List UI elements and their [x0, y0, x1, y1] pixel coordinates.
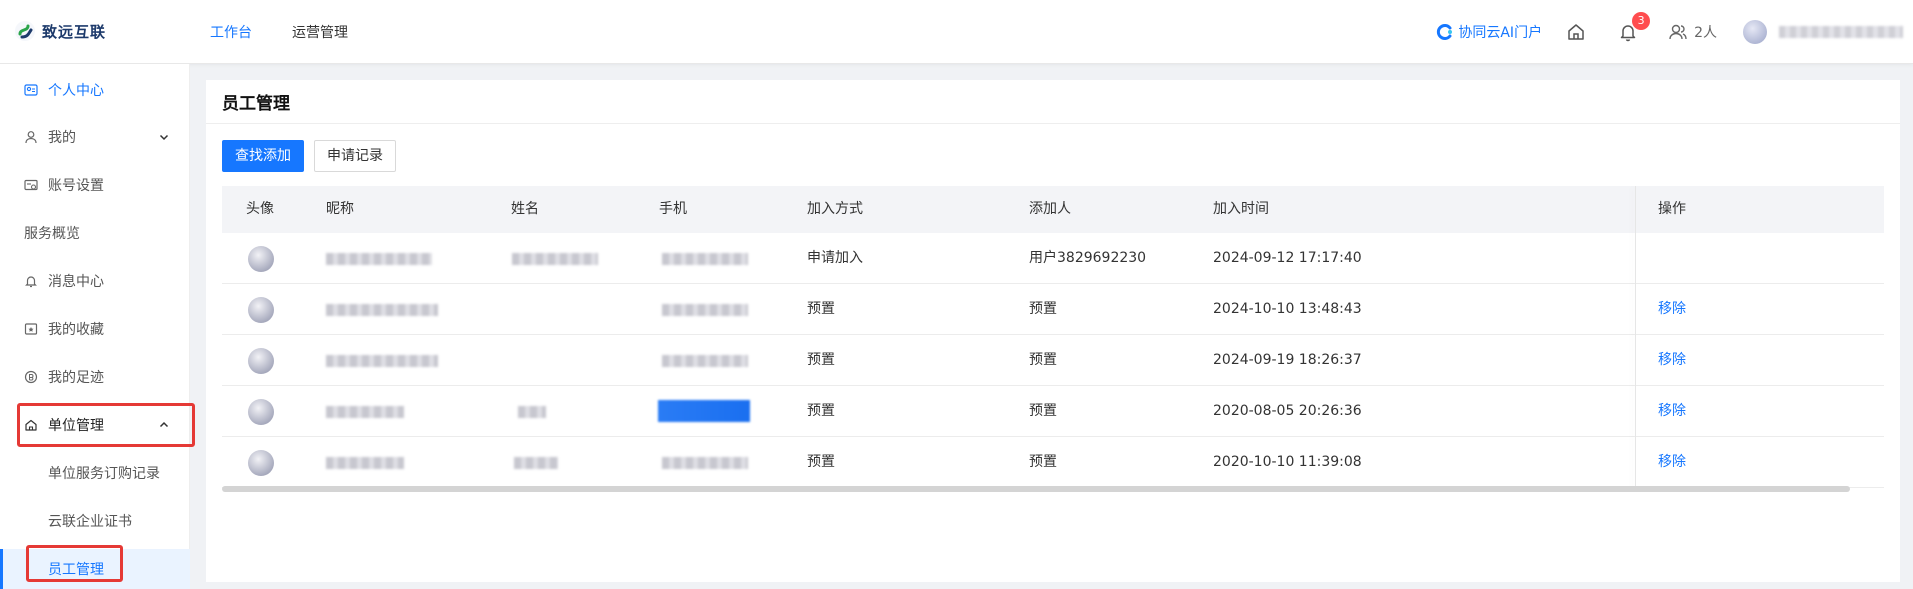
favorites-icon	[24, 322, 38, 336]
users-icon	[1669, 24, 1687, 40]
nickname-redacted	[326, 304, 438, 316]
sidebar-item-label: 我的足迹	[48, 370, 104, 386]
sidebar-item-personal-center[interactable]: 个人中心	[0, 70, 190, 110]
name-redacted	[518, 406, 546, 418]
join-method: 预置	[807, 403, 835, 419]
nickname-redacted	[326, 457, 404, 469]
join-time: 2020-08-05 20:26:36	[1213, 403, 1362, 419]
phone-redacted	[662, 457, 748, 469]
notification-badge: 3	[1632, 12, 1651, 30]
sidebar-item-unit-service-orders[interactable]: 单位服务订购记录	[0, 453, 190, 493]
remove-link[interactable]: 移除	[1658, 437, 1686, 488]
top-header: 致远互联 工作台 运营管理 协同云AI门户 3 2人	[0, 0, 1913, 64]
join-method: 预置	[807, 301, 835, 317]
adder: 用户3829692230	[1029, 250, 1147, 266]
ai-portal-label: 协同云AI门户	[1458, 25, 1543, 41]
sidebar-item-mine[interactable]: 我的	[0, 117, 190, 157]
phone-redacted	[662, 304, 748, 316]
name-redacted	[512, 253, 598, 265]
sidebar-item-footprint[interactable]: 我的足迹	[0, 357, 190, 397]
name-redacted	[514, 457, 558, 469]
avatar	[248, 450, 274, 476]
avatar	[248, 297, 274, 323]
nickname-redacted	[326, 406, 404, 418]
bell-icon	[24, 274, 38, 288]
sidebar-item-label: 我的收藏	[48, 322, 104, 338]
chevron-down-icon	[159, 134, 169, 141]
page-title: 员工管理	[222, 94, 290, 114]
fixed-column-divider	[1635, 186, 1636, 492]
sidebar-item-label: 个人中心	[48, 83, 104, 99]
user-icon	[24, 130, 38, 144]
sidebar-item-service-overview[interactable]: 服务概览	[0, 213, 190, 253]
column-header-name: 姓名	[511, 201, 539, 217]
member-count: 2人	[1694, 25, 1717, 41]
column-header-actions: 操作	[1658, 201, 1686, 217]
ai-logo-icon	[1437, 24, 1453, 40]
user-avatar[interactable]	[1743, 20, 1767, 44]
search-add-button[interactable]: 查找添加	[222, 140, 304, 172]
nickname-redacted	[326, 355, 438, 367]
horizontal-scrollbar[interactable]	[222, 486, 1850, 492]
divider	[206, 123, 1900, 124]
adder: 预置	[1029, 301, 1057, 317]
logo-icon	[14, 20, 36, 42]
sidebar-item-message-center[interactable]: 消息中心	[0, 261, 190, 301]
join-time: 2024-10-10 13:48:43	[1213, 301, 1362, 317]
footprint-icon	[24, 370, 38, 384]
sidebar-item-enterprise-certificate[interactable]: 云联企业证书	[0, 501, 190, 541]
nickname-redacted	[326, 253, 432, 265]
column-header-phone: 手机	[659, 201, 687, 217]
join-method: 申请加入	[807, 250, 863, 266]
sidebar-item-label: 服务概览	[24, 226, 80, 242]
avatar	[248, 348, 274, 374]
sidebar-item-account-settings[interactable]: 账号设置	[0, 165, 190, 205]
apply-records-button[interactable]: 申请记录	[314, 140, 396, 172]
user-card-icon	[24, 83, 38, 97]
sidebar-item-label: 单位服务订购记录	[48, 466, 160, 482]
adder: 预置	[1029, 352, 1057, 368]
employee-management-panel: 员工管理 查找添加 申请记录 头像 昵称 姓名 手机 加入方式 添加人 加入时间…	[206, 80, 1900, 582]
join-method: 预置	[807, 352, 835, 368]
logo[interactable]: 致远互联	[14, 20, 106, 42]
remove-link[interactable]: 移除	[1658, 386, 1686, 437]
highlight-box-unit-management	[17, 403, 195, 447]
column-header-adder: 添加人	[1029, 201, 1071, 217]
column-header-join-time: 加入时间	[1213, 201, 1269, 217]
adder: 预置	[1029, 403, 1057, 419]
column-header-join-method: 加入方式	[807, 201, 863, 217]
phone-redacted	[662, 253, 748, 265]
ai-portal-link[interactable]: 协同云AI门户	[1436, 22, 1542, 42]
column-header-avatar: 头像	[246, 201, 274, 217]
header-right: 协同云AI门户 3 2人	[1436, 0, 1913, 64]
sidebar-item-favorites[interactable]: 我的收藏	[0, 309, 190, 349]
adder: 预置	[1029, 454, 1057, 470]
remove-link[interactable]: 移除	[1658, 284, 1686, 335]
column-header-nickname: 昵称	[326, 201, 354, 217]
nav-workbench[interactable]: 工作台	[210, 22, 252, 42]
join-method: 预置	[807, 454, 835, 470]
home-icon[interactable]	[1564, 20, 1588, 44]
sidebar: 个人中心 我的 账号设置 服务概览 消息中心 我的收藏 我的足迹 单位管理 单位…	[0, 64, 190, 589]
join-time: 2020-10-10 11:39:08	[1213, 454, 1362, 470]
avatar	[248, 399, 274, 425]
members-button[interactable]: 2人	[1668, 22, 1717, 42]
sidebar-item-label: 账号设置	[48, 178, 104, 194]
notification-bell[interactable]: 3	[1616, 12, 1651, 44]
top-nav: 工作台 运营管理	[210, 0, 348, 64]
sidebar-item-label: 消息中心	[48, 274, 104, 290]
sidebar-item-label: 云联企业证书	[48, 514, 132, 530]
join-time: 2024-09-12 17:17:40	[1213, 250, 1362, 266]
phone-redacted-highlight	[658, 400, 750, 422]
user-name-redacted[interactable]	[1779, 26, 1903, 38]
avatar	[248, 246, 274, 272]
highlight-box-employee-management	[26, 545, 123, 582]
join-time: 2024-09-19 18:26:37	[1213, 352, 1362, 368]
remove-link[interactable]: 移除	[1658, 335, 1686, 386]
sidebar-item-label: 我的	[48, 130, 76, 146]
account-settings-icon	[24, 178, 38, 192]
logo-text: 致远互联	[42, 22, 107, 41]
phone-redacted	[662, 355, 748, 367]
nav-operations[interactable]: 运营管理	[292, 22, 348, 42]
